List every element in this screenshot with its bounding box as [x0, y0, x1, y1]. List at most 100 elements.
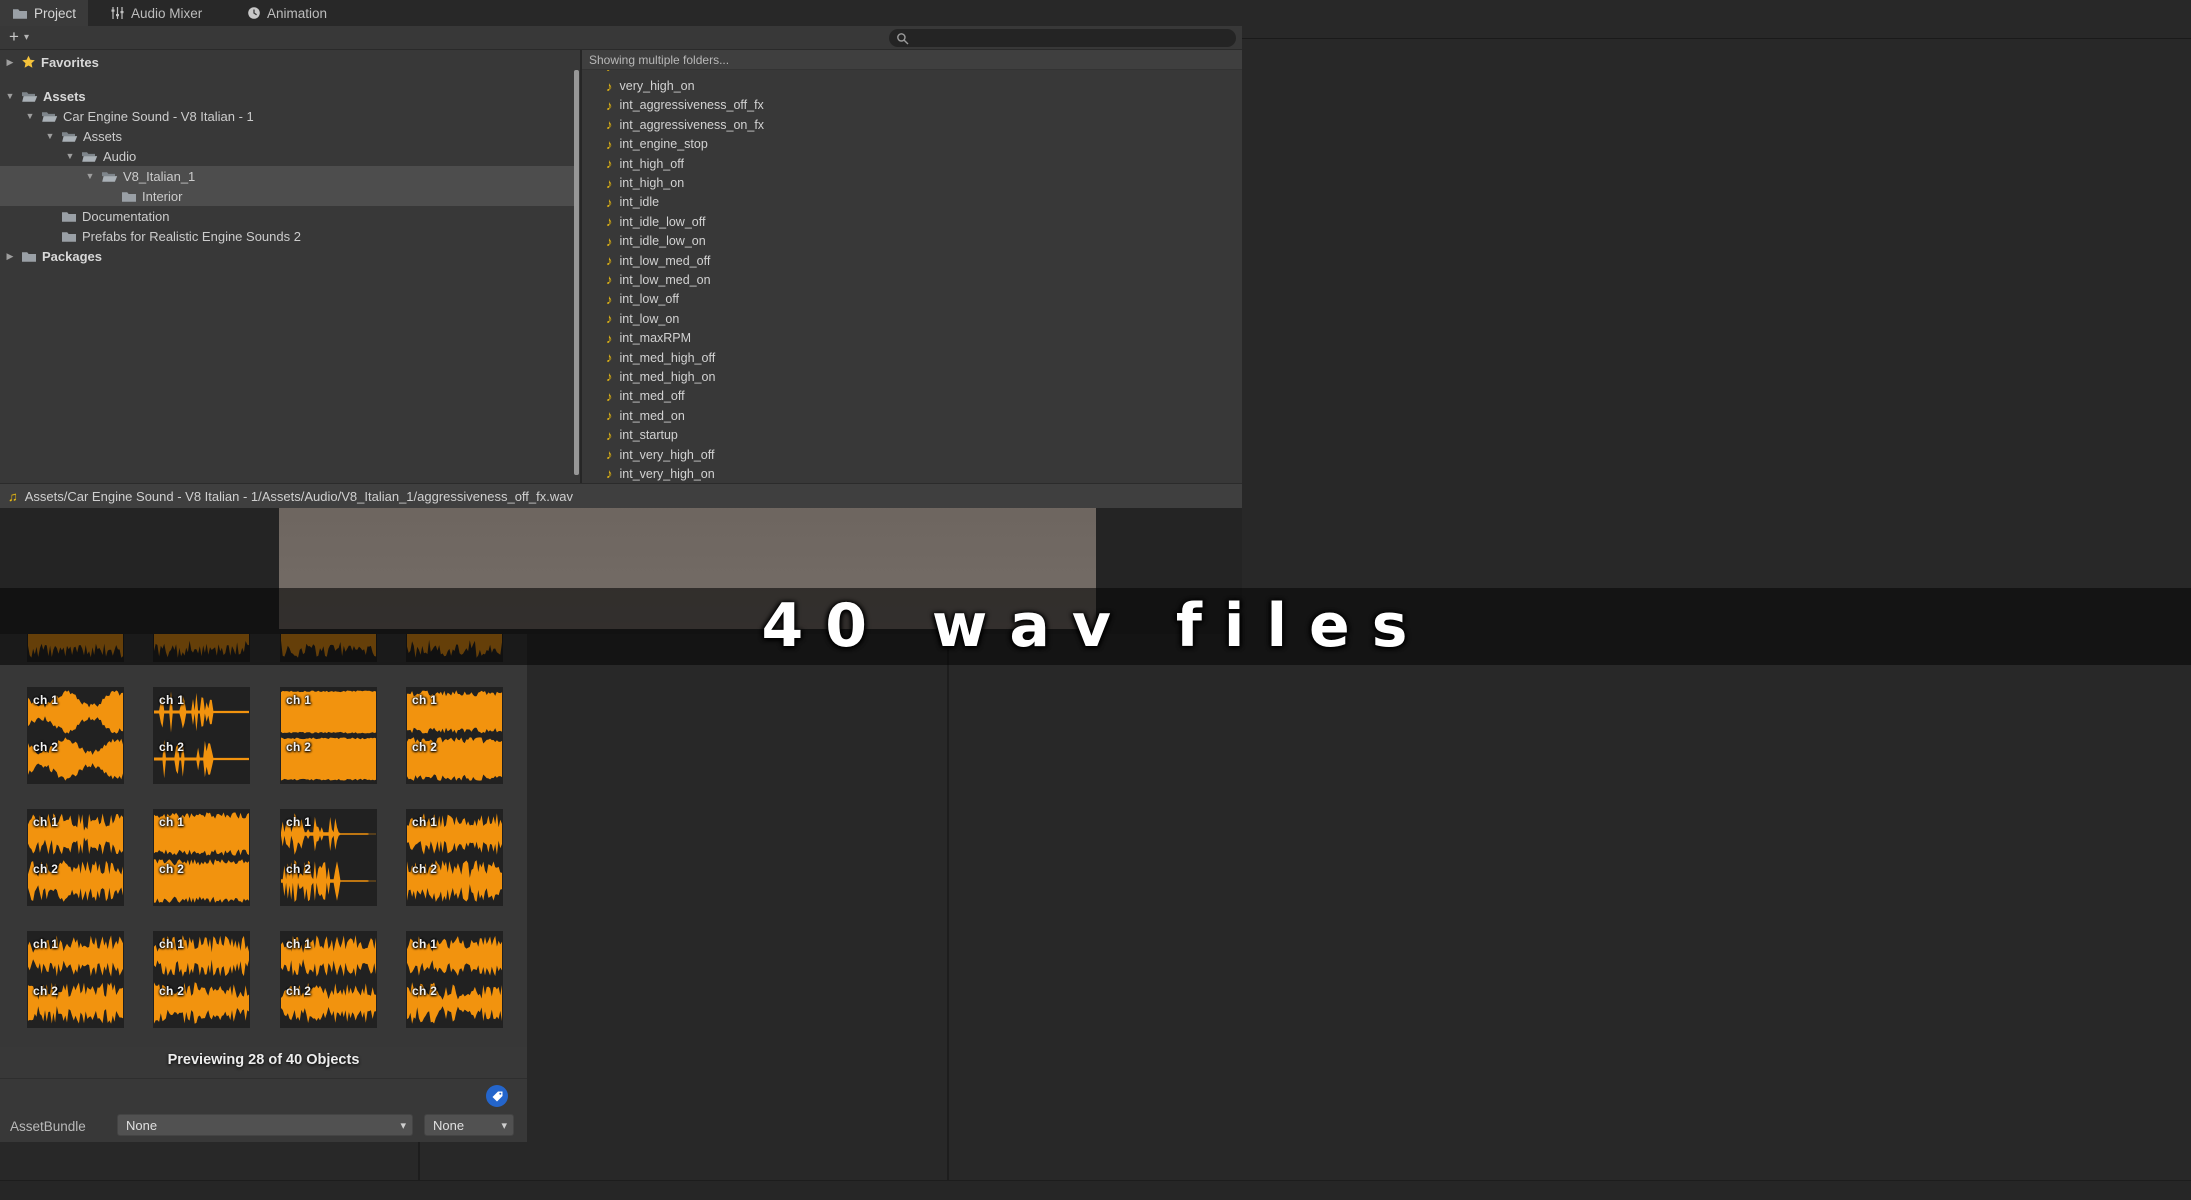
file-item-int_very_high_off[interactable]: ♪int_very_high_off	[582, 445, 1242, 464]
tree-item-interior[interactable]: Interior	[0, 186, 579, 206]
chevron-down-icon: ▾	[501, 1119, 507, 1132]
tree-item-v8-italian-1[interactable]: ▼V8_Italian_1	[0, 166, 579, 186]
project-toolbar: + ▾	[0, 26, 1242, 50]
expand-arrow-icon[interactable]: ▼	[44, 131, 56, 141]
music-note-icon: ♪	[606, 195, 613, 210]
waveform-channel: ch 1	[154, 812, 249, 856]
file-item-int_maxRPM[interactable]: ♪int_maxRPM	[582, 328, 1242, 347]
file-item-int_high_on[interactable]: ♪int_high_on	[582, 173, 1242, 192]
expand-arrow-icon[interactable]: ▼	[64, 151, 76, 161]
file-item-int_aggressiveness_on_fx[interactable]: ♪int_aggressiveness_on_fx	[582, 115, 1242, 134]
file-item-int_idle[interactable]: ♪int_idle	[582, 193, 1242, 212]
expand-arrow-icon[interactable]: ▼	[4, 91, 16, 101]
waveform-channel: ch 1	[28, 690, 123, 734]
caption-text: 40 wav files	[0, 588, 2191, 665]
folder-icon	[21, 250, 37, 263]
file-item-int_engine_stop[interactable]: ♪int_engine_stop	[582, 135, 1242, 154]
music-note-icon: ♪	[606, 447, 613, 462]
audio-clip-thumbnail[interactable]: ch 1ch 2	[406, 931, 503, 1028]
tree-item-prefabs-for-realistic-engine-sounds-2[interactable]: Prefabs for Realistic Engine Sounds 2	[0, 226, 579, 246]
file-item-int_low_on[interactable]: ♪int_low_on	[582, 309, 1242, 328]
waveform-channel: ch 2	[407, 981, 502, 1025]
audio-clip-thumbnail[interactable]: ch 1ch 2	[27, 931, 124, 1028]
expand-arrow-icon[interactable]: ▶	[4, 251, 16, 262]
waveform-channel: ch 1	[28, 934, 123, 978]
tag-icon	[491, 1090, 504, 1103]
file-list: ♪♪very_high_on♪int_aggressiveness_off_fx…	[582, 70, 1242, 482]
file-item-int_high_off[interactable]: ♪int_high_off	[582, 154, 1242, 173]
audio-clip-thumbnail[interactable]: ch 1ch 2	[153, 931, 250, 1028]
waveform-channel: ch 2	[281, 737, 376, 781]
file-item-int_startup[interactable]: ♪int_startup	[582, 425, 1242, 444]
tree-item-favorites[interactable]: ▶Favorites	[0, 52, 579, 72]
tab-animation[interactable]: Animation	[235, 0, 339, 26]
audio-clip-thumbnail[interactable]: ch 1ch 2	[27, 687, 124, 784]
audio-clip-thumbnail[interactable]: ch 1ch 2	[280, 809, 377, 906]
file-item-int_very_high_on[interactable]: ♪int_very_high_on	[582, 464, 1242, 482]
chevron-down-icon: ▾	[400, 1119, 406, 1132]
project-search-input[interactable]	[889, 29, 1236, 47]
assetbundle-dropdown[interactable]: None ▾	[117, 1114, 413, 1136]
audio-clip-thumbnail[interactable]: ch 1ch 2	[153, 687, 250, 784]
music-note-icon: ♫	[8, 489, 18, 504]
create-button[interactable]: +	[9, 28, 19, 45]
tree-scrollbar[interactable]	[574, 70, 579, 475]
tree-item-assets[interactable]: ▼Assets	[0, 126, 579, 146]
audio-clip-thumbnail[interactable]: ch 1ch 2	[280, 687, 377, 784]
file-item-int_med_high_on[interactable]: ♪int_med_high_on	[582, 367, 1242, 386]
waveform-channel: ch 1	[28, 812, 123, 856]
music-note-icon: ♪	[606, 156, 613, 171]
waveform-channel: ch 1	[407, 934, 502, 978]
create-dropdown-icon[interactable]: ▾	[24, 32, 29, 43]
waveform-channel: ch 1	[154, 934, 249, 978]
music-note-icon: ♪	[606, 428, 613, 443]
audio-clip-thumbnail[interactable]: ch 1ch 2	[406, 687, 503, 784]
file-item-int_idle_low_off[interactable]: ♪int_idle_low_off	[582, 212, 1242, 231]
assetbundle-value: None	[126, 1118, 157, 1133]
tree-item-packages[interactable]: ▶Packages	[0, 246, 579, 266]
file-item-int_med_on[interactable]: ♪int_med_on	[582, 406, 1242, 425]
audio-clip-thumbnail[interactable]: ch 1ch 2	[406, 809, 503, 906]
asset-path: Assets/Car Engine Sound - V8 Italian - 1…	[25, 489, 573, 504]
music-note-icon: ♪	[606, 79, 613, 94]
music-note-icon: ♪	[606, 117, 613, 132]
tree-item-car-engine-sound-v8-italian-1[interactable]: ▼Car Engine Sound - V8 Italian - 1	[0, 106, 579, 126]
waveform-channel: ch 1	[407, 812, 502, 856]
waveform-channel: ch 2	[28, 981, 123, 1025]
music-note-icon: ♪	[606, 311, 613, 326]
music-note-icon: ♪	[606, 98, 613, 113]
audio-clip-thumbnail[interactable]: ch 1ch 2	[280, 931, 377, 1028]
tab-project[interactable]: Project	[0, 0, 88, 26]
waveform-channel: ch 1	[154, 690, 249, 734]
file-item-int_med_off[interactable]: ♪int_med_off	[582, 387, 1242, 406]
audio-mixer-tab-label: Audio Mixer	[131, 6, 202, 21]
assetbundle-variant-value: None	[433, 1118, 464, 1133]
tab-audio-mixer[interactable]: Audio Mixer	[98, 0, 214, 26]
file-item-int_med_high_off[interactable]: ♪int_med_high_off	[582, 348, 1242, 367]
music-note-icon: ♪	[606, 70, 613, 74]
expand-arrow-icon[interactable]: ▼	[24, 111, 36, 121]
folder-icon	[61, 210, 77, 223]
divider	[0, 1078, 527, 1079]
file-item-int_low_med_off[interactable]: ♪int_low_med_off	[582, 251, 1242, 270]
file-item-int_idle_low_on[interactable]: ♪int_idle_low_on	[582, 232, 1242, 251]
tree-item-documentation[interactable]: Documentation	[0, 206, 579, 226]
audio-clip-thumbnail[interactable]: ch 1ch 2	[153, 809, 250, 906]
tree-item-audio[interactable]: ▼Audio	[0, 146, 579, 166]
music-note-icon: ♪	[606, 331, 613, 346]
waveform-channel: ch 1	[281, 812, 376, 856]
folder-icon	[21, 90, 38, 103]
tree-item-assets[interactable]: ▼Assets	[0, 86, 579, 106]
project-tabstrip: Project Audio Mixer Animation	[0, 0, 1242, 27]
file-item-int_aggressiveness_off_fx[interactable]: ♪int_aggressiveness_off_fx	[582, 96, 1242, 115]
file-item-int_low_off[interactable]: ♪int_low_off	[582, 290, 1242, 309]
file-item-int_low_med_on[interactable]: ♪int_low_med_on	[582, 270, 1242, 289]
audio-clip-thumbnail[interactable]: ch 1ch 2	[27, 809, 124, 906]
expand-arrow-icon[interactable]: ▼	[84, 171, 96, 181]
asset-labels-button[interactable]	[486, 1085, 508, 1107]
music-note-icon: ♪	[606, 292, 613, 307]
file-item-very_high_on[interactable]: ♪very_high_on	[582, 76, 1242, 95]
expand-arrow-icon[interactable]: ▶	[4, 57, 16, 68]
assetbundle-variant-dropdown[interactable]: None ▾	[424, 1114, 514, 1136]
waveform-channel: ch 2	[154, 737, 249, 781]
